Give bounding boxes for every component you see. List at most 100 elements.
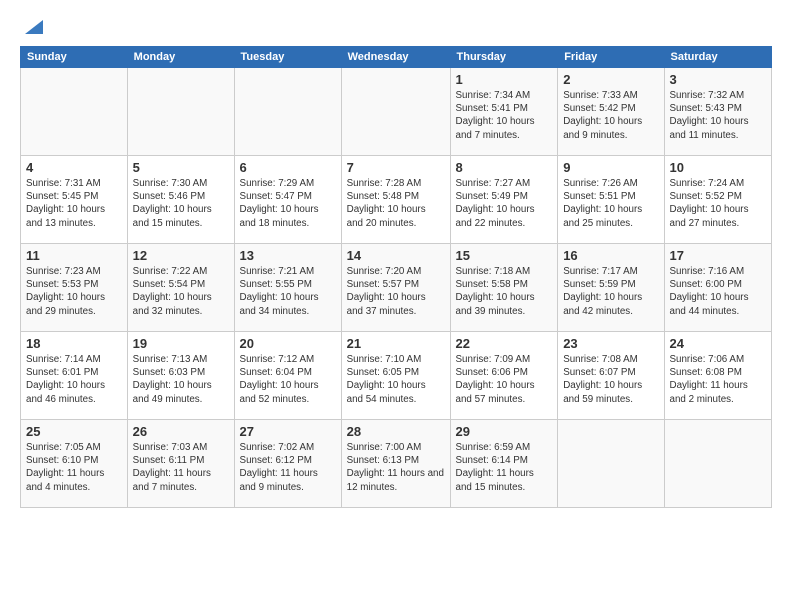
cell-info-text: Sunrise: 7:28 AM Sunset: 5:48 PM Dayligh…	[347, 177, 445, 230]
cell-info-text: Sunrise: 7:02 AM Sunset: 6:12 PM Dayligh…	[240, 441, 336, 494]
weekday-header-tuesday: Tuesday	[234, 47, 341, 68]
cell-day-number: 25	[26, 424, 122, 439]
cell-day-number: 20	[240, 336, 336, 351]
cell-day-number: 14	[347, 248, 445, 263]
calendar-week-row: 11Sunrise: 7:23 AM Sunset: 5:53 PM Dayli…	[21, 244, 772, 332]
cell-day-number: 8	[456, 160, 553, 175]
cell-day-number: 6	[240, 160, 336, 175]
cell-info-text: Sunrise: 7:33 AM Sunset: 5:42 PM Dayligh…	[563, 89, 658, 142]
calendar-week-row: 1 Sunrise: 7:34 AM Sunset: 5:41 PM Daylig…	[21, 68, 772, 156]
cell-info-text: Sunrise: 7:24 AM Sunset: 5:52 PM Dayligh…	[670, 177, 767, 230]
cell-info-text: Sunrise: 7:23 AM Sunset: 5:53 PM Dayligh…	[26, 265, 122, 318]
logo	[20, 16, 43, 38]
cell-info-text: Sunrise: 7:03 AM Sunset: 6:11 PM Dayligh…	[133, 441, 229, 494]
cell-info-text: Sunrise: 7:10 AM Sunset: 6:05 PM Dayligh…	[347, 353, 445, 406]
cell-day-number: 2	[563, 72, 658, 87]
weekday-header-friday: Friday	[558, 47, 664, 68]
cell-day-number: 27	[240, 424, 336, 439]
calendar-cell	[21, 68, 128, 156]
calendar-cell	[234, 68, 341, 156]
cell-info-text: Sunrise: 7:29 AM Sunset: 5:47 PM Dayligh…	[240, 177, 336, 230]
calendar-cell: 10 Sunrise: 7:24 AM Sunset: 5:52 PM Dayli…	[664, 156, 772, 244]
calendar-cell: 9 Sunrise: 7:26 AM Sunset: 5:51 PM Daylig…	[558, 156, 664, 244]
calendar-week-row: 18 Sunrise: 7:14 AM Sunset: 6:01 PM Dayli…	[21, 332, 772, 420]
cell-info-text: Sunrise: 7:00 AM Sunset: 6:13 PM Dayligh…	[347, 441, 445, 494]
calendar-cell: 8 Sunrise: 7:27 AM Sunset: 5:49 PM Daylig…	[450, 156, 558, 244]
cell-info-text: Sunrise: 7:34 AM Sunset: 5:41 PM Dayligh…	[456, 89, 553, 142]
cell-info-text: Sunrise: 7:12 AM Sunset: 6:04 PM Dayligh…	[240, 353, 336, 406]
cell-day-number: 28	[347, 424, 445, 439]
cell-info-text: Sunrise: 7:26 AM Sunset: 5:51 PM Dayligh…	[563, 177, 658, 230]
cell-day-number: 12	[133, 248, 229, 263]
calendar-cell: 12 Sunrise: 7:22 AM Sunset: 5:54 PM Dayli…	[127, 244, 234, 332]
weekday-header-thursday: Thursday	[450, 47, 558, 68]
logo-icon	[21, 16, 43, 38]
logo-block	[20, 16, 43, 38]
calendar-cell: 25 Sunrise: 7:05 AM Sunset: 6:10 PM Dayli…	[21, 420, 128, 508]
calendar-cell: 29 Sunrise: 6:59 AM Sunset: 6:14 PM Dayli…	[450, 420, 558, 508]
calendar-cell: 19Sunrise: 7:13 AM Sunset: 6:03 PM Dayli…	[127, 332, 234, 420]
cell-info-text: Sunrise: 7:27 AM Sunset: 5:49 PM Dayligh…	[456, 177, 553, 230]
calendar-cell	[127, 68, 234, 156]
calendar-cell	[664, 420, 772, 508]
cell-day-number: 26	[133, 424, 229, 439]
weekday-header-wednesday: Wednesday	[341, 47, 450, 68]
cell-day-number: 22	[456, 336, 553, 351]
calendar-cell: 7 Sunrise: 7:28 AM Sunset: 5:48 PM Daylig…	[341, 156, 450, 244]
cell-info-text: Sunrise: 7:31 AM Sunset: 5:45 PM Dayligh…	[26, 177, 122, 230]
cell-day-number: 1	[456, 72, 553, 87]
cell-day-number: 29	[456, 424, 553, 439]
cell-day-number: 21	[347, 336, 445, 351]
cell-info-text: Sunrise: 7:17 AM Sunset: 5:59 PM Dayligh…	[563, 265, 658, 318]
cell-info-text: Sunrise: 6:59 AM Sunset: 6:14 PM Dayligh…	[456, 441, 553, 494]
calendar-header-row: SundayMondayTuesdayWednesdayThursdayFrid…	[21, 47, 772, 68]
calendar-week-row: 25 Sunrise: 7:05 AM Sunset: 6:10 PM Dayli…	[21, 420, 772, 508]
calendar-cell: 1 Sunrise: 7:34 AM Sunset: 5:41 PM Daylig…	[450, 68, 558, 156]
calendar-cell: 27 Sunrise: 7:02 AM Sunset: 6:12 PM Dayli…	[234, 420, 341, 508]
calendar-cell: 22 Sunrise: 7:09 AM Sunset: 6:06 PM Dayli…	[450, 332, 558, 420]
cell-info-text: Sunrise: 7:22 AM Sunset: 5:54 PM Dayligh…	[133, 265, 229, 318]
cell-day-number: 4	[26, 160, 122, 175]
calendar-cell: 20 Sunrise: 7:12 AM Sunset: 6:04 PM Dayli…	[234, 332, 341, 420]
calendar-cell: 5 Sunrise: 7:30 AM Sunset: 5:46 PM Daylig…	[127, 156, 234, 244]
cell-info-text: Sunrise: 7:05 AM Sunset: 6:10 PM Dayligh…	[26, 441, 122, 494]
calendar-cell: 18 Sunrise: 7:14 AM Sunset: 6:01 PM Dayli…	[21, 332, 128, 420]
calendar-table: SundayMondayTuesdayWednesdayThursdayFrid…	[20, 46, 772, 508]
page: SundayMondayTuesdayWednesdayThursdayFrid…	[0, 0, 792, 612]
calendar-cell: 6 Sunrise: 7:29 AM Sunset: 5:47 PM Daylig…	[234, 156, 341, 244]
cell-info-text: Sunrise: 7:13 AM Sunset: 6:03 PM Dayligh…	[133, 353, 229, 406]
calendar-cell: 11Sunrise: 7:23 AM Sunset: 5:53 PM Dayli…	[21, 244, 128, 332]
cell-day-number: 24	[670, 336, 767, 351]
calendar-cell: 2 Sunrise: 7:33 AM Sunset: 5:42 PM Daylig…	[558, 68, 664, 156]
calendar-cell	[558, 420, 664, 508]
cell-info-text: Sunrise: 7:08 AM Sunset: 6:07 PM Dayligh…	[563, 353, 658, 406]
cell-day-number: 13	[240, 248, 336, 263]
calendar-cell: 3Sunrise: 7:32 AM Sunset: 5:43 PM Daylig…	[664, 68, 772, 156]
calendar-cell	[341, 68, 450, 156]
cell-day-number: 10	[670, 160, 767, 175]
calendar-week-row: 4 Sunrise: 7:31 AM Sunset: 5:45 PM Daylig…	[21, 156, 772, 244]
cell-info-text: Sunrise: 7:30 AM Sunset: 5:46 PM Dayligh…	[133, 177, 229, 230]
weekday-header-monday: Monday	[127, 47, 234, 68]
cell-info-text: Sunrise: 7:06 AM Sunset: 6:08 PM Dayligh…	[670, 353, 767, 406]
cell-info-text: Sunrise: 7:21 AM Sunset: 5:55 PM Dayligh…	[240, 265, 336, 318]
calendar-cell: 16 Sunrise: 7:17 AM Sunset: 5:59 PM Dayli…	[558, 244, 664, 332]
cell-info-text: Sunrise: 7:20 AM Sunset: 5:57 PM Dayligh…	[347, 265, 445, 318]
cell-info-text: Sunrise: 7:16 AM Sunset: 6:00 PM Dayligh…	[670, 265, 767, 318]
cell-day-number: 16	[563, 248, 658, 263]
cell-info-text: Sunrise: 7:18 AM Sunset: 5:58 PM Dayligh…	[456, 265, 553, 318]
cell-info-text: Sunrise: 7:14 AM Sunset: 6:01 PM Dayligh…	[26, 353, 122, 406]
cell-day-number: 7	[347, 160, 445, 175]
calendar-cell: 4 Sunrise: 7:31 AM Sunset: 5:45 PM Daylig…	[21, 156, 128, 244]
calendar-cell: 14 Sunrise: 7:20 AM Sunset: 5:57 PM Dayli…	[341, 244, 450, 332]
calendar-cell: 13 Sunrise: 7:21 AM Sunset: 5:55 PM Dayli…	[234, 244, 341, 332]
cell-day-number: 9	[563, 160, 658, 175]
calendar-cell: 26 Sunrise: 7:03 AM Sunset: 6:11 PM Dayli…	[127, 420, 234, 508]
weekday-header-sunday: Sunday	[21, 47, 128, 68]
cell-day-number: 18	[26, 336, 122, 351]
cell-day-number: 5	[133, 160, 229, 175]
calendar-cell: 24 Sunrise: 7:06 AM Sunset: 6:08 PM Dayli…	[664, 332, 772, 420]
cell-info-text: Sunrise: 7:09 AM Sunset: 6:06 PM Dayligh…	[456, 353, 553, 406]
cell-day-number: 3	[670, 72, 767, 87]
cell-day-number: 23	[563, 336, 658, 351]
